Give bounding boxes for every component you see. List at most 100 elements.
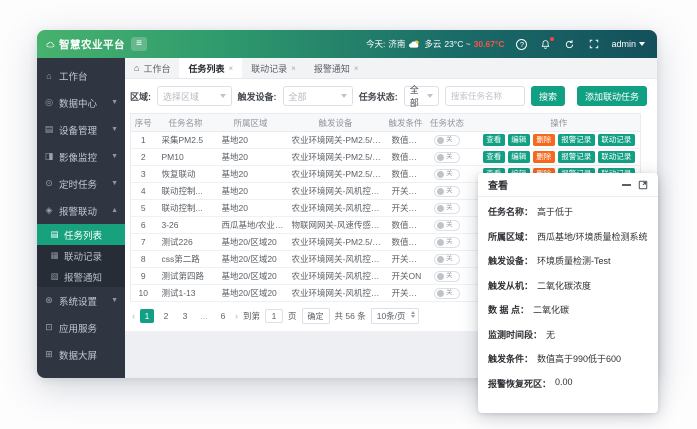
status-toggle[interactable]: 关	[434, 203, 460, 214]
region-filter-label: 区域:	[130, 90, 151, 103]
status-toggle[interactable]: 关	[434, 254, 460, 265]
topbar-right: 今天: 济南 多云 23°C ~ 30.67°C ?	[366, 38, 657, 51]
expand-icon[interactable]	[638, 180, 648, 190]
region-select[interactable]: 选择区域	[157, 86, 232, 106]
cell-status: 关	[426, 217, 469, 234]
task-status-select[interactable]: 全部	[404, 86, 439, 106]
tab-报警通知[interactable]: 报警通知×	[305, 58, 368, 78]
minimize-icon[interactable]	[622, 184, 631, 186]
page-number[interactable]: 3	[178, 309, 192, 323]
tab-label: 工作台	[143, 62, 170, 75]
sidebar-item-label: 影像监控	[59, 150, 97, 164]
table-row: 2PM10基地20农业环境网关-PM2.5/10-PM10-数值介于...关查看…	[131, 149, 641, 166]
sidebar-submenu: ▤任务列表▦联动记录▧报警通知	[37, 224, 125, 287]
home-icon: ⌂	[134, 63, 139, 73]
sidebar-item-task-list[interactable]: ▤任务列表	[37, 224, 125, 245]
cell-no: 3	[131, 166, 156, 183]
sidebar-item-workbench[interactable]: ⌂工作台	[37, 62, 125, 89]
prev-page-icon[interactable]: ‹	[132, 311, 135, 321]
cell-status: 关	[426, 183, 469, 200]
view-button[interactable]: 查看	[483, 151, 505, 164]
tab-任务列表[interactable]: 任务列表×	[179, 58, 242, 78]
sidebar-item-app-services[interactable]: ⊡应用服务	[37, 314, 125, 341]
sidebar-item-device-manage[interactable]: ▤设备管理▼	[37, 116, 125, 143]
sidebar-subitem-label: 任务列表	[64, 228, 102, 242]
filter-bar: 区域: 选择区域 触发设备: 全部 任务状态: 全部	[130, 86, 657, 106]
close-icon[interactable]: ×	[291, 64, 296, 73]
panel-field-value: 环境质量检测-Test	[537, 254, 611, 267]
cell-task-name: 测试第四路	[156, 268, 216, 285]
collapse-menu-icon[interactable]: ≡	[131, 37, 147, 51]
status-toggle[interactable]: 关	[434, 288, 460, 299]
sidebar-item-system-settings[interactable]: ⊛系统设置▼	[37, 287, 125, 314]
status-toggle[interactable]: 关	[434, 152, 460, 163]
search-button[interactable]: 搜索	[531, 86, 565, 106]
help-icon[interactable]: ?	[515, 38, 528, 51]
cell-sliver	[469, 149, 478, 166]
sidebar-item-label: 数据中心	[59, 96, 97, 110]
alarm-record-button[interactable]: 报警记录	[558, 134, 595, 147]
confirm-button[interactable]: 确定	[302, 308, 330, 324]
add-linkage-task-button[interactable]: 添加联动任务	[577, 86, 647, 106]
close-icon[interactable]: ×	[354, 64, 359, 73]
cell-task-name: 3-26	[156, 217, 216, 234]
col-region: 所属区域	[216, 114, 286, 132]
weather-condition: 多云	[424, 38, 441, 50]
col-operations: 操作	[478, 114, 641, 132]
sidebar-item-alarm-notify[interactable]: ▧报警通知	[37, 266, 125, 287]
cell-sliver	[469, 200, 478, 217]
cell-task-name: 测试226	[156, 234, 216, 251]
cell-condition: 数值低于...	[386, 234, 426, 251]
status-toggle[interactable]: 关	[434, 135, 460, 146]
cell-device: 农业环境网关-PM2.5/10-PM2.5	[286, 132, 386, 149]
refresh-icon[interactable]	[563, 38, 576, 51]
notification-bell-icon[interactable]	[539, 38, 552, 51]
edit-button[interactable]: 编辑	[508, 151, 530, 164]
delete-button[interactable]: 删除	[533, 134, 555, 147]
sidebar-item-alarm-linkage[interactable]: ◈报警联动▲	[37, 197, 125, 224]
page-number[interactable]: 1	[140, 309, 154, 323]
tab-workbench[interactable]: ⌂ 工作台	[125, 58, 179, 78]
status-toggle[interactable]: 关	[434, 220, 460, 231]
goto-page-input[interactable]	[265, 309, 283, 323]
view-button[interactable]: 查看	[483, 134, 505, 147]
status-toggle[interactable]: 关	[434, 186, 460, 197]
panel-body: 任务名称：高于低于所属区域：西瓜基地/环境质量检测系统触发设备：环境质量检测-T…	[478, 197, 658, 401]
weather-temp-range: 23°C ~	[444, 39, 470, 49]
close-icon[interactable]: ×	[228, 64, 233, 73]
cell-no: 10	[131, 285, 156, 302]
sidebar-item-video-monitor[interactable]: ◨影像监控▼	[37, 143, 125, 170]
alarm-record-button[interactable]: 报警记录	[558, 151, 595, 164]
status-toggle[interactable]: 关	[434, 271, 460, 282]
fullscreen-icon[interactable]	[587, 38, 600, 51]
trigger-device-select[interactable]: 全部	[283, 86, 353, 106]
status-toggle[interactable]: 关	[434, 169, 460, 180]
sidebar-item-data-screen[interactable]: ⊞数据大屏	[37, 341, 125, 368]
linkage-record-button[interactable]: 联动记录	[598, 134, 635, 147]
page-number[interactable]: 6	[216, 309, 230, 323]
sidebar-item-timed-tasks[interactable]: ⊙定时任务▼	[37, 170, 125, 197]
col-sliver	[469, 114, 478, 132]
alarm-icon: ◈	[44, 205, 54, 216]
page-size-select[interactable]: 10条/页	[371, 308, 419, 324]
cell-sliver	[469, 183, 478, 200]
cell-region: 基地20	[216, 166, 286, 183]
cell-no: 2	[131, 149, 156, 166]
search-input[interactable]	[445, 86, 525, 106]
cell-region: 基地20	[216, 183, 286, 200]
edit-button[interactable]: 编辑	[508, 134, 530, 147]
delete-button[interactable]: 删除	[533, 151, 555, 164]
sidebar-item-data-center[interactable]: ◎数据中心▼	[37, 89, 125, 116]
clock-icon: ⊙	[44, 178, 54, 189]
status-toggle[interactable]: 关	[434, 237, 460, 248]
linkage-record-button[interactable]: 联动记录	[598, 151, 635, 164]
next-page-icon[interactable]: ›	[235, 311, 238, 321]
panel-field-value: 二氧化碳	[533, 303, 569, 316]
user-menu[interactable]: admin	[611, 39, 645, 49]
sidebar-item-linkage-records[interactable]: ▦联动记录	[37, 245, 125, 266]
cell-region: 基地20/区域20	[216, 234, 286, 251]
cell-region: 基地20	[216, 132, 286, 149]
cell-status: 关	[426, 251, 469, 268]
page-number[interactable]: 2	[159, 309, 173, 323]
tab-联动记录[interactable]: 联动记录×	[242, 58, 305, 78]
